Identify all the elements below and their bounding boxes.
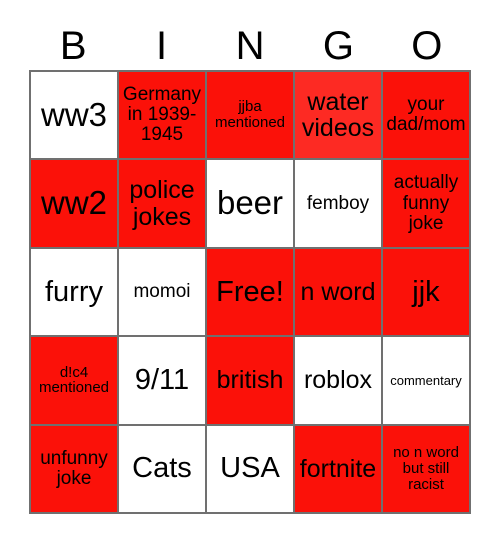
- bingo-header-letter-i: I: [156, 24, 168, 68]
- bingo-cell-label: n word: [300, 277, 376, 306]
- bingo-card: B I N G O ww3 Germany in 1939-1945 jjba me…: [0, 0, 500, 544]
- bingo-cell-r5c2[interactable]: Cats: [119, 425, 207, 514]
- bingo-cell-label: commentary: [390, 372, 462, 388]
- bingo-cell-r3c1[interactable]: furry: [31, 248, 119, 338]
- bingo-cell-r3c4[interactable]: n word: [295, 248, 383, 338]
- bingo-cell-label: furry: [45, 275, 103, 308]
- bingo-cell-r4c3[interactable]: british: [207, 337, 295, 426]
- bingo-header-letter-b: B: [59, 24, 87, 68]
- bingo-cell-label: unfunny joke: [40, 447, 108, 489]
- bingo-cell-r2c1[interactable]: ww2: [31, 160, 119, 249]
- bingo-cell-label: roblox: [303, 366, 373, 395]
- bingo-cell-r4c2[interactable]: 9/11: [119, 337, 207, 426]
- bingo-cell-r4c4[interactable]: roblox: [295, 337, 383, 426]
- bingo-cell-label: d!c4 mentioned: [38, 363, 110, 397]
- bingo-cell-r5c4[interactable]: fortnite: [295, 425, 383, 514]
- bingo-header: B I N G O: [29, 22, 471, 70]
- bingo-cell-r5c1[interactable]: unfunny joke: [31, 425, 119, 514]
- bingo-cell-r4c1[interactable]: d!c4 mentioned: [31, 337, 119, 426]
- bingo-header-letter-n: N: [235, 24, 265, 68]
- bingo-cell-r3c2[interactable]: momoi: [119, 248, 207, 338]
- bingo-cell-label: USA: [220, 452, 280, 485]
- bingo-cell-r1c3[interactable]: jjba mentioned: [207, 72, 295, 161]
- bingo-cell-label: fortnite: [299, 454, 377, 483]
- bingo-cell-r1c5[interactable]: your dad/mom: [383, 72, 471, 161]
- bingo-cell-label: femboy: [306, 192, 370, 214]
- bingo-cell-r2c4[interactable]: femboy: [295, 160, 383, 249]
- bingo-cell-label: no n word but still racist: [393, 443, 459, 493]
- bingo-header-letter-o: O: [411, 24, 443, 68]
- bingo-cell-r1c2[interactable]: Germany in 1939-1945: [119, 72, 207, 161]
- bingo-cell-label: ww2: [40, 184, 108, 222]
- bingo-cell-label: ww3: [40, 95, 108, 133]
- bingo-cell-r2c2[interactable]: police jokes: [119, 160, 207, 249]
- bingo-cell-r1c4[interactable]: water videos: [295, 72, 383, 161]
- bingo-cell-r5c3[interactable]: USA: [207, 425, 295, 514]
- bingo-cell-label: Germany in 1939-1945: [122, 84, 202, 146]
- bingo-cell-r3c3[interactable]: Free!: [207, 248, 295, 338]
- bingo-grid: ww3 Germany in 1939-1945 jjba mentioned wat…: [29, 70, 471, 514]
- bingo-cell-r4c5[interactable]: commentary: [383, 337, 471, 426]
- bingo-cell-r1c1[interactable]: ww3: [31, 72, 119, 161]
- bingo-cell-label: water videos: [301, 87, 375, 143]
- bingo-header-letter-g: G: [322, 24, 354, 68]
- bingo-cell-label: Free!: [216, 275, 284, 308]
- bingo-cell-r3c5[interactable]: jjk: [383, 248, 471, 338]
- bingo-cell-r2c5[interactable]: actually funny joke: [383, 160, 471, 249]
- bingo-cell-label: momoi: [133, 280, 191, 302]
- bingo-cell-label: jjba mentioned: [214, 98, 286, 132]
- bingo-cell-label: jjk: [412, 275, 440, 308]
- bingo-cell-label: Cats: [132, 452, 192, 485]
- bingo-cell-label: police jokes: [129, 176, 195, 231]
- bingo-cell-label: your dad/mom: [386, 94, 466, 136]
- bingo-cell-label: beer: [216, 184, 284, 222]
- bingo-cell-label: 9/11: [134, 364, 190, 397]
- bingo-cell-label: actually funny joke: [393, 172, 459, 234]
- bingo-cell-label: british: [216, 366, 284, 395]
- bingo-cell-r5c5[interactable]: no n word but still racist: [383, 425, 471, 514]
- bingo-cell-r2c3[interactable]: beer: [207, 160, 295, 249]
